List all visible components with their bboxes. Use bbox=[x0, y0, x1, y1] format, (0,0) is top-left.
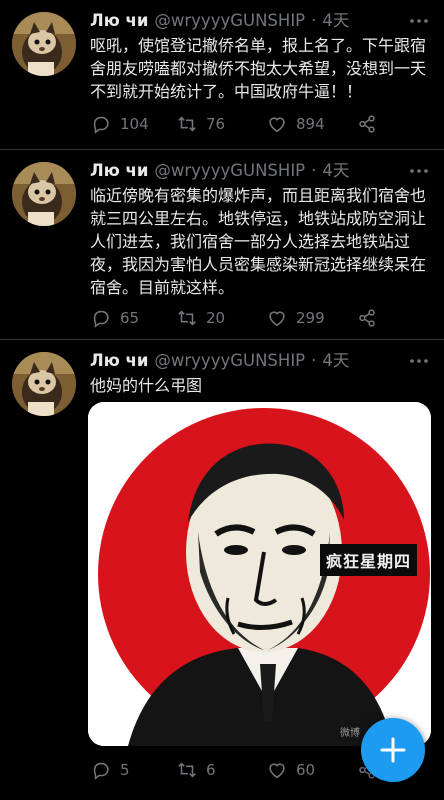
retweet-icon bbox=[178, 310, 196, 326]
retweet-button[interactable]: 20 bbox=[176, 306, 225, 330]
share-button[interactable] bbox=[356, 112, 378, 136]
retweet-button[interactable]: 76 bbox=[176, 112, 225, 136]
timeline-feed: Лю чи @wryyyyGUNSHIP · 4天 呕吼，使馆登记撤侨名单，报上… bbox=[0, 0, 444, 800]
author-name[interactable]: Лю чи bbox=[90, 160, 148, 182]
heart-icon bbox=[269, 763, 285, 779]
heart-icon bbox=[269, 311, 285, 327]
cat-avatar-icon bbox=[12, 352, 76, 416]
separator: · bbox=[311, 161, 317, 180]
reply-count: 104 bbox=[120, 115, 149, 133]
like-count: 60 bbox=[296, 761, 316, 779]
timestamp[interactable]: 4天 bbox=[322, 350, 349, 372]
plus-icon bbox=[380, 737, 406, 763]
tweet-header: Лю чи @wryyyyGUNSHIP · 4天 bbox=[90, 160, 430, 182]
cat-avatar-icon bbox=[12, 12, 76, 76]
share-icon bbox=[359, 115, 375, 133]
reply-count: 5 bbox=[120, 761, 130, 779]
tweet[interactable]: Лю чи @wryyyyGUNSHIP · 4天 呕吼，使馆登记撤侨名单，报上… bbox=[0, 0, 444, 150]
avatar[interactable] bbox=[12, 162, 76, 226]
author-handle[interactable]: @wryyyyGUNSHIP bbox=[154, 10, 305, 32]
separator: · bbox=[311, 351, 317, 370]
tweet-text: 呕吼，使馆登记撤侨名单，报上名了。下午跟宿舍朋友唠嗑都对撤侨不抱太大希望，没想到… bbox=[90, 36, 427, 101]
avatar[interactable] bbox=[12, 12, 76, 76]
more-dots-icon[interactable] bbox=[408, 160, 430, 182]
tweet-content: Лю чи @wryyyyGUNSHIP · 4天 临近傍晚有密集的爆炸声，而且… bbox=[90, 160, 430, 299]
timestamp[interactable]: 4天 bbox=[322, 10, 349, 32]
tweet-actions: 65 20 299 bbox=[90, 306, 390, 330]
tweet-actions: 5 6 60 bbox=[90, 758, 390, 782]
retweet-icon bbox=[178, 762, 196, 778]
separator: · bbox=[311, 11, 317, 30]
like-button[interactable]: 60 bbox=[266, 758, 315, 782]
retweet-count: 6 bbox=[206, 761, 216, 779]
more-dots-icon[interactable] bbox=[408, 350, 430, 372]
reply-button[interactable]: 65 bbox=[90, 306, 139, 330]
share-icon bbox=[359, 309, 375, 327]
like-button[interactable]: 299 bbox=[266, 306, 325, 330]
like-count: 299 bbox=[296, 309, 325, 327]
compose-tweet-button[interactable] bbox=[361, 718, 425, 782]
share-button[interactable] bbox=[356, 306, 378, 330]
author-name[interactable]: Лю чи bbox=[90, 10, 148, 32]
media-watermark: 微博 bbox=[340, 728, 360, 739]
tweet[interactable]: Лю чи @wryyyyGUNSHIP · 4天 临近傍晚有密集的爆炸声，而且… bbox=[0, 150, 444, 340]
reply-icon bbox=[93, 762, 109, 780]
reply-count: 65 bbox=[120, 309, 140, 327]
like-count: 894 bbox=[296, 115, 325, 133]
retweet-count: 76 bbox=[206, 115, 226, 133]
author-handle[interactable]: @wryyyyGUNSHIP bbox=[154, 350, 305, 372]
tweet-content: Лю чи @wryyyyGUNSHIP · 4天 呕吼，使馆登记撤侨名单，报上… bbox=[90, 10, 430, 103]
retweet-icon bbox=[178, 116, 196, 132]
reply-button[interactable]: 104 bbox=[90, 112, 149, 136]
tweet-media-image[interactable]: 疯狂星期四 微博 bbox=[88, 402, 431, 746]
reply-button[interactable]: 5 bbox=[90, 758, 130, 782]
more-dots-icon[interactable] bbox=[408, 10, 430, 32]
timestamp[interactable]: 4天 bbox=[322, 160, 349, 182]
retweet-count: 20 bbox=[206, 309, 226, 327]
tweet-actions: 104 76 894 bbox=[90, 112, 390, 136]
cat-avatar-icon bbox=[12, 162, 76, 226]
reply-icon bbox=[93, 310, 109, 328]
media-caption: 疯狂星期四 bbox=[320, 544, 418, 576]
tweet-content: Лю чи @wryyyyGUNSHIP · 4天 他妈的什么弔图 bbox=[90, 350, 430, 397]
reply-icon bbox=[93, 116, 109, 134]
retweet-button[interactable]: 6 bbox=[176, 758, 216, 782]
like-button[interactable]: 894 bbox=[266, 112, 325, 136]
tweet-text: 他妈的什么弔图 bbox=[90, 376, 203, 395]
tweet-header: Лю чи @wryyyyGUNSHIP · 4天 bbox=[90, 10, 430, 32]
tweet-header: Лю чи @wryyyyGUNSHIP · 4天 bbox=[90, 350, 430, 372]
heart-icon bbox=[269, 117, 285, 133]
author-name[interactable]: Лю чи bbox=[90, 350, 148, 372]
tweet-text: 临近傍晚有密集的爆炸声，而且距离我们宿舍也就三四公里左右。地铁停运，地铁站成防空… bbox=[90, 186, 427, 297]
avatar[interactable] bbox=[12, 352, 76, 416]
author-handle[interactable]: @wryyyyGUNSHIP bbox=[154, 160, 305, 182]
